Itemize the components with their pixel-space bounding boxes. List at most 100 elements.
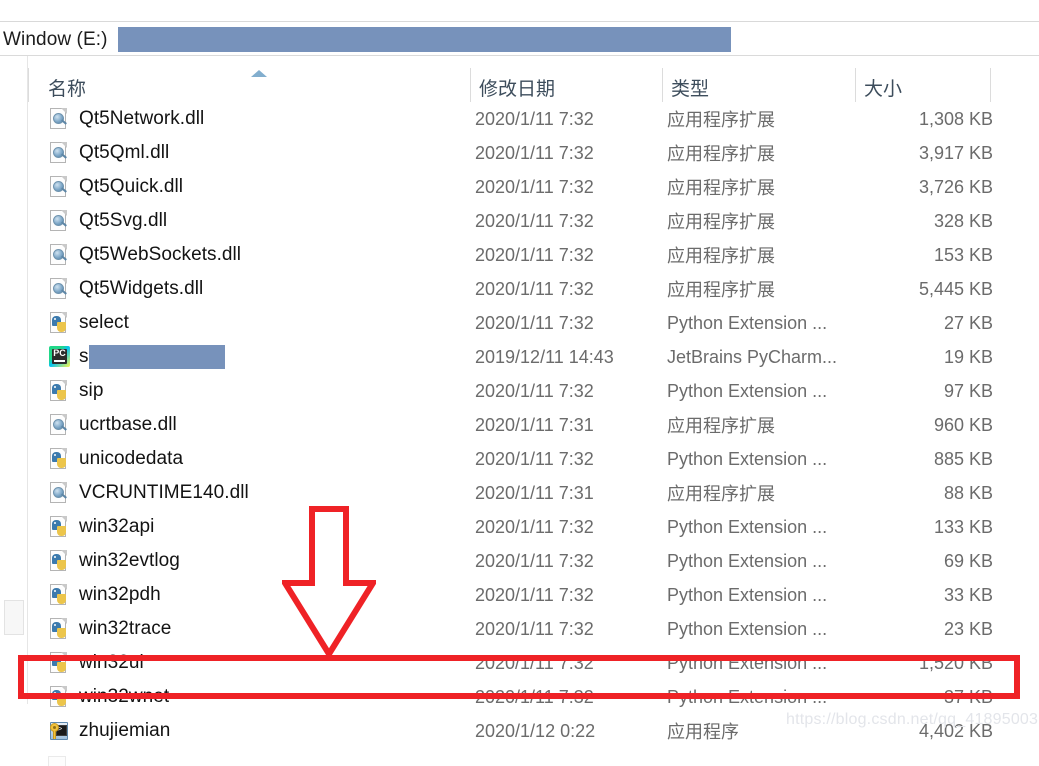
column-header-name[interactable]: 名称 <box>48 74 86 101</box>
file-name-label: win32trace <box>79 618 172 639</box>
table-row[interactable]: Qt5Quick.dll 2020/1/11 7:32 应用程序扩展 3,726 KB <box>28 170 993 204</box>
cell-date-modified: 2020/1/11 7:31 <box>475 482 594 503</box>
cell-date-modified: 2020/1/11 7:32 <box>475 142 594 163</box>
column-header-date-modified[interactable]: 修改日期 <box>479 74 555 101</box>
table-row[interactable]: Qt5Network.dll 2020/1/11 7:32 应用程序扩展 1,308 … <box>28 102 993 136</box>
file-name-label: select <box>79 312 129 333</box>
cell-date-modified: 2020/1/11 7:32 <box>475 210 594 231</box>
cell-size: 3,917 KB <box>918 142 993 163</box>
table-row[interactable]: Qt5Widgets.dll 2020/1/11 7:32 应用程序扩展 5,445 … <box>28 272 993 306</box>
cell-name[interactable]: win32wnet <box>48 680 169 714</box>
table-row[interactable]: Qt5Svg.dll 2020/1/11 7:32 应用程序扩展 328 KB <box>28 204 993 238</box>
cell-size: 960 KB <box>933 414 993 435</box>
python-file-icon <box>48 379 70 403</box>
table-row[interactable]: Qt5Qml.dll 2020/1/11 7:32 应用程序扩展 3,917 KB <box>28 136 993 170</box>
cell-name[interactable]: win32pdh <box>48 578 161 612</box>
column-separator[interactable] <box>662 68 663 102</box>
python-file-icon <box>48 311 70 335</box>
cell-size: 1,308 KB <box>918 108 993 129</box>
cell-size: 88 KB <box>943 482 993 503</box>
cell-date-modified: 2020/1/11 7:32 <box>475 550 594 571</box>
table-row[interactable]: win32pdh 2020/1/11 7:32 Python Extension .… <box>28 578 993 612</box>
table-row[interactable]: win32evtlog 2020/1/11 7:32 Python Extensio… <box>28 544 993 578</box>
table-row[interactable]: select 2020/1/11 7:32 Python Extension ...… <box>28 306 993 340</box>
cell-size: 69 KB <box>943 550 993 571</box>
table-row[interactable]: win32trace 2020/1/11 7:32 Python Extension… <box>28 612 993 646</box>
cell-name[interactable]: ucrtbase.dll <box>48 408 177 442</box>
cell-name[interactable]: > zhujiemian <box>48 714 170 748</box>
cell-name[interactable]: sip <box>48 374 103 408</box>
table-row[interactable]: win32api 2020/1/11 7:32 Python Extension .… <box>28 510 993 544</box>
table-row[interactable]: Qt5WebSockets.dll 2020/1/11 7:32 应用程序扩展 153… <box>28 238 993 272</box>
cell-size: 328 KB <box>933 210 993 231</box>
cell-name[interactable]: VCRUNTIME140.dll <box>48 476 249 510</box>
column-separator[interactable] <box>990 68 991 102</box>
cell-name[interactable]: Qt5Quick.dll <box>48 170 183 204</box>
file-name-label: VCRUNTIME140.dll <box>79 482 249 503</box>
address-bar[interactable]: Window (E:) <box>0 24 1039 54</box>
column-separator[interactable] <box>855 68 856 102</box>
cell-name[interactable]: Qt5Network.dll <box>48 102 204 136</box>
cell-name[interactable]: select <box>48 306 129 340</box>
cell-type: 应用程序扩展 <box>667 178 775 198</box>
cell-date-modified: 2020/1/11 7:32 <box>475 244 594 265</box>
table-row[interactable]: win32ui 2020/1/11 7:32 Python Extension ..… <box>28 646 993 680</box>
watermark-text: https://blog.csdn.net/qq_41895003 <box>786 711 1039 728</box>
table-row[interactable]: ucrtbase.dll 2020/1/11 7:31 应用程序扩展 960 KB <box>28 408 993 442</box>
cell-name[interactable]: Qt5Svg.dll <box>48 204 167 238</box>
file-name-label: ucrtbase.dll <box>79 414 177 435</box>
cell-type: 应用程序扩展 <box>667 416 775 436</box>
cell-name[interactable]: win32ui <box>48 646 144 680</box>
python-file-icon <box>48 515 70 539</box>
table-row[interactable]: VCRUNTIME140.dll 2020/1/11 7:31 应用程序扩展 88 K… <box>28 476 993 510</box>
python-file-icon <box>48 685 70 709</box>
cell-date-modified: 2019/12/11 14:43 <box>475 346 614 367</box>
cell-date-modified: 2020/1/11 7:32 <box>475 312 594 333</box>
column-separator[interactable] <box>470 68 471 102</box>
cell-name[interactable]: Qt5WebSockets.dll <box>48 238 241 272</box>
address-bar-label: Window (E:) <box>3 28 108 50</box>
cell-name[interactable]: PC s <box>48 340 225 374</box>
sort-ascending-icon <box>251 70 267 77</box>
column-header-size[interactable]: 大小 <box>864 74 902 101</box>
cell-date-modified: 2020/1/11 7:32 <box>475 516 594 537</box>
cell-name[interactable]: unicodedata <box>48 442 183 476</box>
dll-file-icon <box>48 481 70 505</box>
cell-name[interactable]: Qt5Widgets.dll <box>48 272 203 306</box>
file-name-label: Qt5Svg.dll <box>79 210 168 231</box>
python-file-icon <box>48 651 70 675</box>
column-header-row: 名称 修改日期 类型 大小 <box>28 62 991 102</box>
python-file-icon <box>48 617 70 641</box>
dll-file-icon <box>48 141 70 165</box>
cell-name[interactable]: win32api <box>48 510 154 544</box>
cell-date-modified: 2020/1/11 7:32 <box>475 448 594 469</box>
file-name-label: win32wnet <box>79 686 170 707</box>
left-navigation-stub[interactable] <box>4 600 24 635</box>
cell-size: 23 KB <box>943 618 993 639</box>
cell-size: 1,520 KB <box>918 652 993 673</box>
cell-date-modified: 2020/1/11 7:32 <box>475 686 594 707</box>
cell-size: 33 KB <box>943 584 993 605</box>
file-name-label: Qt5WebSockets.dll <box>79 244 242 265</box>
python-file-icon <box>48 447 70 471</box>
file-name-redaction <box>88 345 225 369</box>
table-row[interactable]: sip 2020/1/11 7:32 Python Extension ... 97 … <box>28 374 993 408</box>
cell-name[interactable]: win32trace <box>48 612 171 646</box>
cell-name[interactable]: win32evtlog <box>48 544 180 578</box>
annotation-down-arrow-icon <box>282 506 376 658</box>
cell-name[interactable]: Qt5Qml.dll <box>48 136 169 170</box>
cell-date-modified: 2020/1/11 7:32 <box>475 618 594 639</box>
cell-size: 5,445 KB <box>918 278 993 299</box>
column-header-type[interactable]: 类型 <box>671 74 709 101</box>
file-name-label: unicodedata <box>79 448 184 469</box>
file-name-label: win32ui <box>79 652 144 673</box>
table-row[interactable]: win32wnet 2020/1/11 7:32 Python Extension … <box>28 680 993 714</box>
cell-date-modified: 2020/1/11 7:32 <box>475 108 594 129</box>
file-name-label: sip <box>79 380 104 401</box>
exe-file-icon: > <box>48 719 70 743</box>
cell-size: 3,726 KB <box>918 176 993 197</box>
file-name-label: Qt5Quick.dll <box>79 176 184 197</box>
table-row[interactable]: PC s 2019/12/11 14:43 JetBrains PyCharm... 1… <box>28 340 993 374</box>
table-row[interactable]: unicodedata 2020/1/11 7:32 Python Extensio… <box>28 442 993 476</box>
cell-size: 27 KB <box>943 312 993 333</box>
